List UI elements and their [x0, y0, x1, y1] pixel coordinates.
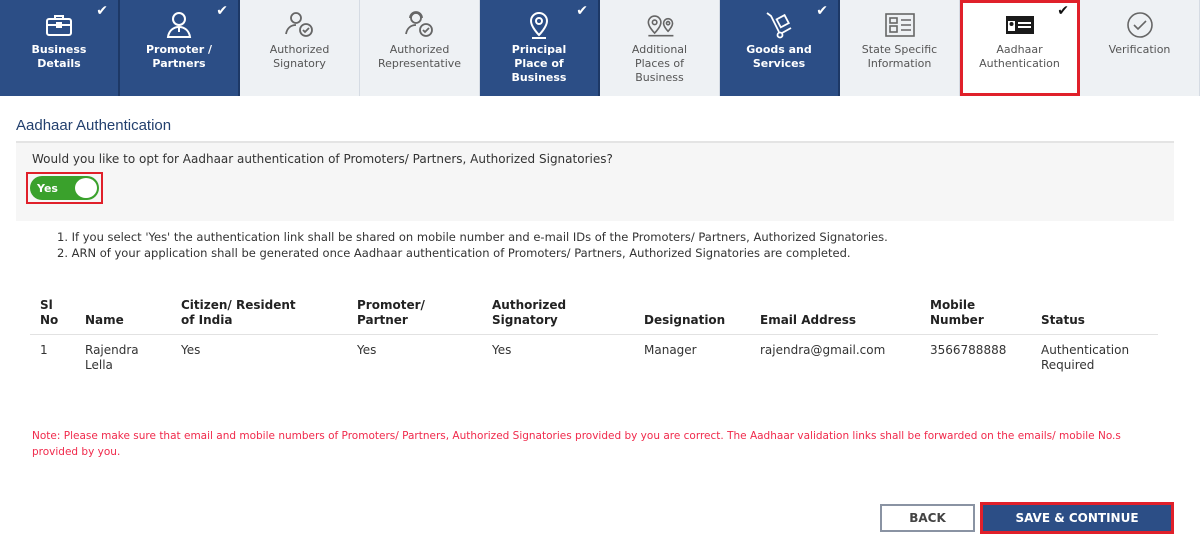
- column-header: Name: [75, 298, 171, 335]
- column-header: Mobile Number: [920, 298, 1031, 335]
- step-label: Verification: [1108, 43, 1171, 56]
- checkmark-icon: ✔: [96, 3, 108, 19]
- step-label: Aadhaar Authentication: [979, 43, 1060, 70]
- toggle-highlight: Yes: [26, 172, 103, 204]
- step-promoter-partners[interactable]: Promoter / Partners ✔: [120, 0, 240, 96]
- step-authorized-representative[interactable]: Authorized Representative: [360, 0, 480, 96]
- step-label: Principal Place of Business: [511, 43, 567, 84]
- info-notes: 1. If you select 'Yes' the authenticatio…: [57, 229, 888, 261]
- table-header-row: Sl No Name Citizen/ Resident of India Promo…: [30, 298, 1158, 335]
- map-pins-icon: [643, 10, 677, 40]
- aadhaar-opt-panel: Would you like to opt for Aadhaar authen…: [16, 141, 1174, 221]
- step-label: State Specific Information: [861, 43, 938, 70]
- step-aadhaar-authentication[interactable]: Aadhaar Authentication ✔: [960, 0, 1080, 96]
- info-note-1: 1. If you select 'Yes' the authenticatio…: [57, 230, 888, 244]
- headset-person-icon: [403, 10, 437, 40]
- check-circle-icon: [1123, 10, 1157, 40]
- step-principal-place[interactable]: Principal Place of Business ✔: [480, 0, 600, 96]
- step-label: Promoter / Partners: [145, 43, 213, 70]
- wizard-steps: Business Details ✔ Promoter / Partners ✔ A…: [0, 0, 1200, 96]
- id-card-icon: [1003, 10, 1037, 40]
- back-button[interactable]: BACK: [880, 504, 975, 532]
- step-authorized-signatory[interactable]: Authorized Signatory: [240, 0, 360, 96]
- briefcase-icon: [42, 10, 76, 40]
- table-cell: Yes: [181, 343, 201, 357]
- checkmark-icon: ✔: [216, 3, 228, 19]
- column-header: Email Address: [750, 298, 920, 335]
- hand-truck-icon: [762, 10, 796, 40]
- step-verification[interactable]: Verification: [1080, 0, 1200, 96]
- aadhaar-opt-toggle[interactable]: Yes: [30, 176, 99, 200]
- column-header: Sl No: [30, 298, 75, 335]
- table-cell: 3566788888: [930, 343, 1007, 357]
- toggle-knob: [75, 178, 97, 198]
- table-cell: rajendra@gmail.com: [760, 343, 886, 357]
- checkmark-icon: ✔: [576, 3, 588, 19]
- checkmark-icon: ✔: [1057, 3, 1069, 19]
- table-cell: Authentication Required: [1041, 343, 1130, 372]
- table-row: 1 Rajendra Lella Yes Yes Yes Manager rajendra@…: [30, 335, 1158, 374]
- opt-question: Would you like to opt for Aadhaar authen…: [32, 152, 613, 166]
- step-label: Goods and Services: [746, 43, 812, 70]
- column-header: Designation: [634, 298, 750, 335]
- id-form-icon: [883, 10, 917, 40]
- toggle-label: Yes: [37, 181, 58, 195]
- step-label: Additional Places of Business: [631, 43, 688, 84]
- table-cell: Yes: [357, 343, 377, 357]
- step-goods-services[interactable]: Goods and Services ✔: [720, 0, 840, 96]
- step-additional-places[interactable]: Additional Places of Business: [600, 0, 720, 96]
- column-header: Citizen/ Resident of India: [171, 298, 347, 335]
- save-continue-button[interactable]: SAVE & CONTINUE: [980, 502, 1174, 534]
- table-cell: Yes: [492, 343, 512, 357]
- column-header: Authorized Signatory: [482, 298, 634, 335]
- step-label: Authorized Representative: [377, 43, 462, 70]
- table-cell: 1: [40, 343, 48, 357]
- table-cell: Rajendra Lella: [85, 343, 139, 372]
- section-title: Aadhaar Authentication: [16, 117, 172, 134]
- step-label: Authorized Signatory: [269, 43, 330, 70]
- column-header: Status: [1031, 298, 1158, 335]
- person-icon: [162, 10, 196, 40]
- person-check-icon: [283, 10, 317, 40]
- info-note-2: 2. ARN of your application shall be gene…: [57, 246, 851, 260]
- checkmark-icon: ✔: [816, 3, 828, 19]
- step-business-details[interactable]: Business Details ✔: [0, 0, 120, 96]
- step-state-specific[interactable]: State Specific Information: [840, 0, 960, 96]
- column-header: Promoter/ Partner: [347, 298, 482, 335]
- table-cell: Manager: [644, 343, 697, 357]
- step-label: Business Details: [31, 43, 87, 70]
- promoters-table: Sl No Name Citizen/ Resident of India Promo…: [30, 298, 1158, 373]
- warning-note: Note: Please make sure that email and mo…: [32, 430, 1121, 458]
- map-pin-icon: [522, 10, 556, 40]
